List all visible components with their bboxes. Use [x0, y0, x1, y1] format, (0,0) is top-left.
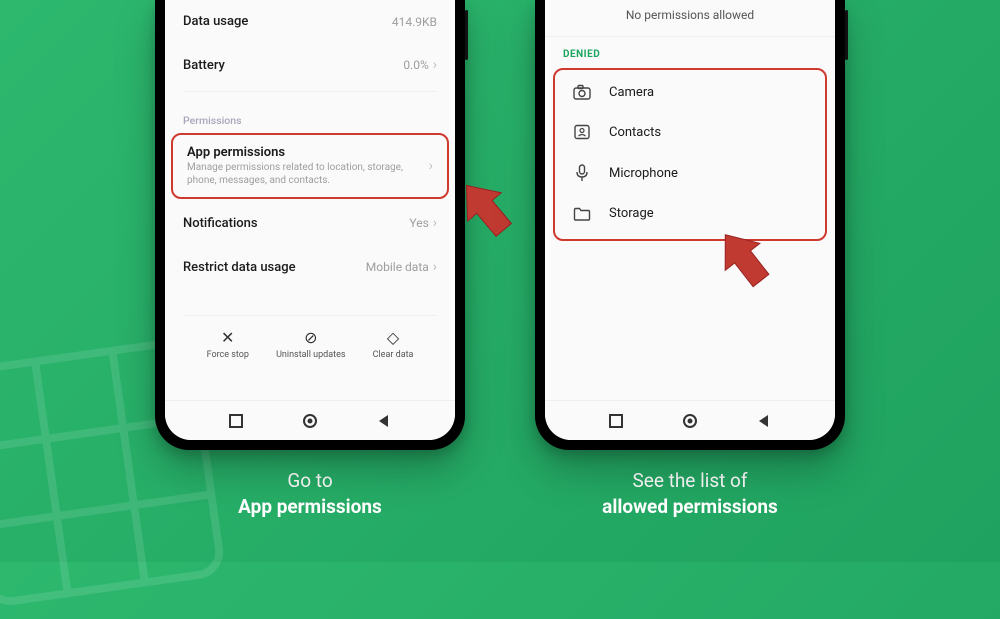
folder-icon [573, 207, 591, 221]
clear-data-button[interactable]: ◇ Clear data [373, 330, 414, 360]
divider [183, 91, 437, 92]
data-usage-value: 414.9KB [392, 15, 437, 29]
chevron-right-icon: › [433, 215, 437, 231]
chevron-right-icon: › [429, 158, 433, 174]
row-notifications[interactable]: Notifications Yes › [165, 201, 455, 245]
divider [183, 315, 437, 316]
nav-home-button[interactable] [301, 412, 319, 430]
permission-item-storage[interactable]: Storage [559, 194, 821, 233]
data-usage-label: Data usage [183, 14, 248, 29]
caption-left: Go to App permissions [238, 468, 382, 519]
close-icon: ✕ [221, 330, 234, 346]
contacts-icon [573, 124, 591, 140]
android-nav-bar [165, 400, 455, 440]
screen-left: Data usage 414.9KB Battery 0.0% › Permis… [165, 0, 455, 440]
row-restrict-data[interactable]: Restrict data usage Mobile data › [165, 245, 455, 289]
permission-item-microphone[interactable]: Microphone [559, 152, 821, 194]
bottom-actions: ✕ Force stop ⊘ Uninstall updates ◇ Clear… [165, 320, 455, 368]
caption-left-line1: Go to [238, 468, 382, 494]
microphone-icon [573, 164, 591, 182]
section-permissions-header: Permissions [165, 96, 455, 131]
permission-camera-label: Camera [609, 85, 654, 100]
nav-recent-button[interactable] [607, 412, 625, 430]
nav-home-button[interactable] [681, 412, 699, 430]
battery-value: 0.0% [403, 58, 428, 72]
permission-storage-label: Storage [609, 206, 654, 221]
caption-right-line1: See the list of [602, 468, 778, 494]
denied-header: DENIED [545, 37, 835, 66]
restrict-label: Restrict data usage [183, 260, 296, 275]
uninstall-updates-label: Uninstall updates [276, 350, 345, 360]
uninstall-updates-button[interactable]: ⊘ Uninstall updates [276, 330, 345, 360]
permission-item-camera[interactable]: Camera [559, 72, 821, 112]
camera-icon [573, 84, 591, 100]
nav-back-button[interactable] [755, 412, 773, 430]
caption-right: See the list of allowed permissions [602, 468, 778, 519]
nav-back-button[interactable] [375, 412, 393, 430]
battery-label: Battery [183, 58, 225, 73]
no-permissions-allowed-text: No permissions allowed [545, 0, 835, 36]
denied-permissions-list: Camera Contacts Microphone [553, 68, 827, 241]
eraser-icon: ◇ [387, 330, 399, 346]
permission-contacts-label: Contacts [609, 125, 661, 140]
chevron-right-icon: › [433, 259, 437, 275]
row-app-permissions[interactable]: App permissions Manage permissions relat… [171, 133, 449, 199]
force-stop-label: Force stop [207, 350, 249, 360]
nav-recent-button[interactable] [227, 412, 245, 430]
app-permissions-title: App permissions [187, 145, 417, 160]
force-stop-button[interactable]: ✕ Force stop [207, 330, 249, 360]
permission-microphone-label: Microphone [609, 166, 678, 181]
phone-frame-right: No permissions allowed DENIED Camera [535, 0, 845, 450]
chevron-right-icon: › [433, 57, 437, 73]
prohibit-icon: ⊘ [304, 330, 317, 346]
row-battery[interactable]: Battery 0.0% › [165, 43, 455, 87]
caption-left-line2: App permissions [238, 494, 382, 520]
phone-frame-left: Data usage 414.9KB Battery 0.0% › Permis… [155, 0, 465, 450]
notifications-label: Notifications [183, 216, 258, 231]
left-column: Data usage 414.9KB Battery 0.0% › Permis… [155, 0, 465, 562]
permission-item-contacts[interactable]: Contacts [559, 112, 821, 152]
screen-right: No permissions allowed DENIED Camera [545, 0, 835, 440]
row-data-usage[interactable]: Data usage 414.9KB [165, 0, 455, 43]
clear-data-label: Clear data [373, 350, 414, 360]
android-nav-bar [545, 400, 835, 440]
notifications-value: Yes [409, 216, 428, 230]
right-column: No permissions allowed DENIED Camera [535, 0, 845, 562]
app-permissions-subtitle: Manage permissions related to location, … [187, 162, 417, 187]
caption-right-line2: allowed permissions [602, 494, 778, 520]
restrict-value: Mobile data [366, 260, 429, 274]
